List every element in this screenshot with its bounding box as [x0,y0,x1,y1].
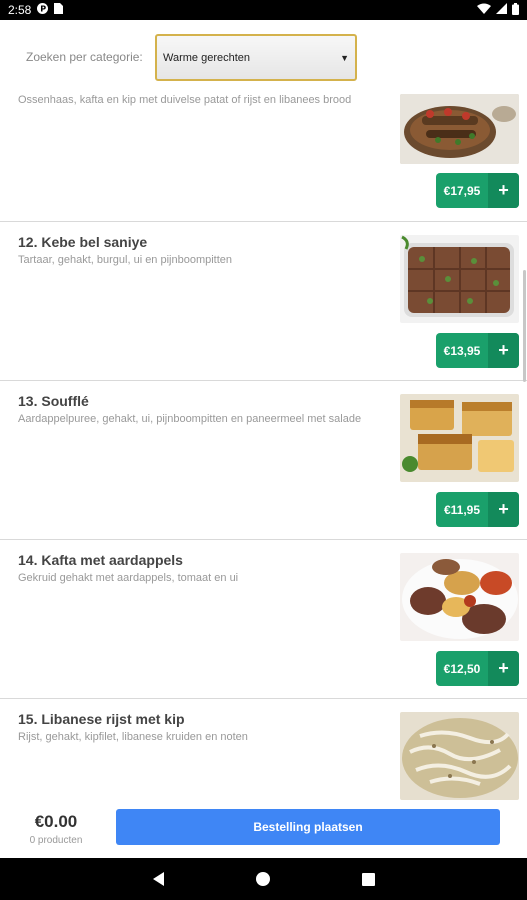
dropdown-arrow-icon: ▼ [340,53,349,63]
add-to-cart-button[interactable]: €17,95 + [436,173,519,208]
item-title: 13. Soufflé [18,393,89,409]
category-filter-label: Zoeken per categorie: [26,50,143,64]
item-price: €13,95 [443,343,481,358]
svg-text:P: P [41,5,47,14]
item-title: 15. Libanese rijst met kip [18,711,185,727]
cart-count: 0 producten [29,835,83,846]
product-list: Ossenhaas, kafta en kip met duivelse pat… [0,90,527,819]
recent-apps-icon[interactable] [361,872,375,886]
item-description: Tartaar, gehakt, burgul, ui en pijnboomp… [18,254,233,266]
souffle-dish-image [400,394,519,482]
item-price: €17,95 [443,183,481,198]
list-item[interactable]: Ossenhaas, kafta en kip met duivelse pat… [0,90,527,222]
list-item[interactable]: 14. Kafta met aardappels Gekruid gehakt … [0,540,527,699]
home-icon[interactable] [255,872,270,886]
p-circle-icon: P [37,3,49,17]
item-title: 12. Kebe bel saniye [18,234,148,250]
list-item[interactable]: 12. Kebe bel saniye Tartaar, gehakt, bur… [0,222,527,381]
category-select[interactable]: Warme gerechten ▼ [155,34,357,81]
category-select-value: Warme gerechten [163,51,251,64]
add-to-cart-button[interactable]: €12,50 + [436,651,519,686]
item-description: Ossenhaas, kafta en kip met duivelse pat… [18,94,352,106]
signal-icon [496,3,507,17]
battery-icon [512,2,519,18]
plus-icon: + [488,333,519,368]
item-price: €12,50 [443,661,481,676]
item-description: Gekruid gehakt met aardappels, tomaat en… [18,572,239,584]
kebe-dish-image [400,235,519,323]
list-item[interactable]: 13. Soufflé Aardappelpuree, gehakt, ui, … [0,381,527,540]
navigation-bar [0,858,527,900]
back-icon[interactable] [152,872,164,886]
plus-icon: + [488,173,519,208]
cart-total: €0.00 [34,812,78,831]
grill-plate-image [400,94,519,164]
category-filter: Zoeken per categorie: Warme gerechten ▼ [0,20,527,90]
add-to-cart-button[interactable]: €11,95 + [436,492,519,527]
item-description: Aardappelpuree, gehakt, ui, pijnboompitt… [18,413,362,425]
rice-chicken-dish-image [400,712,519,800]
item-title: 14. Kafta met aardappels [18,552,183,568]
item-price: €11,95 [443,502,481,517]
item-description: Rijst, gehakt, kipfilet, libanese kruide… [18,731,248,743]
status-bar: 2:58 P [0,0,527,20]
cart-bar: €0.00 0 producten Bestelling plaatsen [0,800,527,858]
wifi-icon [477,3,491,17]
add-to-cart-button[interactable]: €13,95 + [436,333,519,368]
place-order-button[interactable]: Bestelling plaatsen [116,809,500,845]
sim-card-icon [54,3,64,17]
plus-icon: + [488,492,519,527]
clock: 2:58 [8,3,32,17]
kafta-dish-image [400,553,519,641]
scrollbar[interactable] [523,270,526,382]
plus-icon: + [488,651,519,686]
